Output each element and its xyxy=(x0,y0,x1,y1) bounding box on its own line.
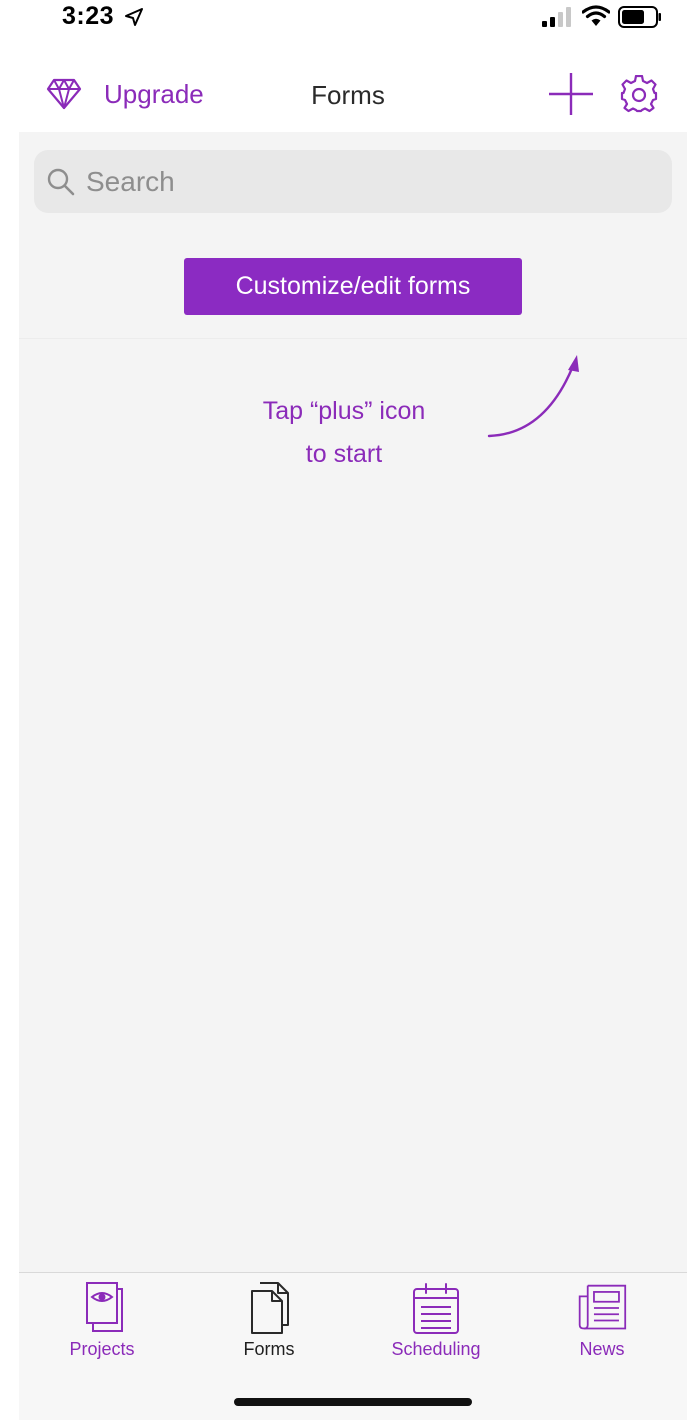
tab-scheduling[interactable]: Scheduling xyxy=(366,1281,506,1363)
empty-state-hint: Tap “plus” icon to start xyxy=(214,390,474,476)
nav-bar: Upgrade Forms xyxy=(0,40,696,132)
status-bar: 3:23 xyxy=(0,0,696,40)
status-time: 3:23 xyxy=(62,2,115,30)
tab-projects[interactable]: Projects xyxy=(32,1281,172,1363)
hint-line-2: to start xyxy=(305,440,383,468)
search-input[interactable] xyxy=(86,156,646,207)
search-icon xyxy=(47,168,75,195)
plus-icon[interactable] xyxy=(548,72,594,116)
customize-forms-button[interactable]: Customize/edit forms xyxy=(184,258,522,315)
tab-label: Scheduling xyxy=(391,1339,481,1359)
home-indicator[interactable] xyxy=(234,1398,472,1406)
hint-arrow-icon xyxy=(487,355,579,438)
location-arrow-icon xyxy=(125,8,143,26)
signal-bars-icon xyxy=(542,7,571,27)
projects-icon xyxy=(86,1282,123,1332)
news-icon xyxy=(578,1284,627,1330)
gear-icon[interactable] xyxy=(620,75,658,113)
search-bar[interactable] xyxy=(34,150,672,213)
tab-label: Projects xyxy=(69,1339,135,1359)
tab-label: Forms xyxy=(243,1339,295,1359)
hint-line-1: Tap “plus” icon xyxy=(262,397,426,425)
tab-news[interactable]: News xyxy=(532,1281,672,1363)
divider xyxy=(19,338,687,339)
tab-label: News xyxy=(579,1339,625,1359)
wifi-icon xyxy=(582,5,610,26)
battery-icon xyxy=(618,6,661,28)
tab-forms[interactable]: Forms xyxy=(199,1281,339,1363)
forms-content: Customize/edit forms Tap “plus” icon to … xyxy=(19,132,687,1272)
forms-icon xyxy=(251,1282,289,1334)
scheduling-icon xyxy=(413,1283,459,1334)
